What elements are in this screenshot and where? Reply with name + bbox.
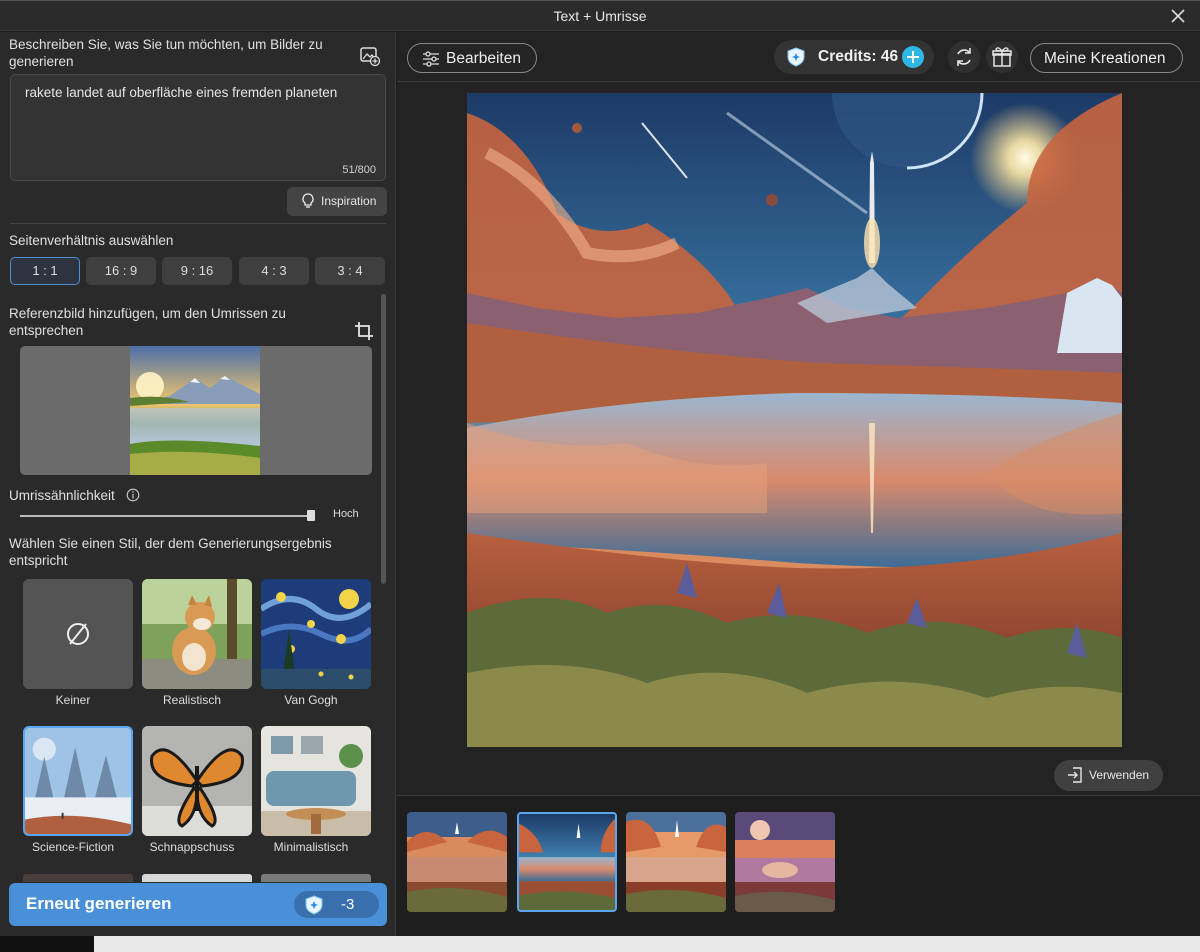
thumbnail-1[interactable] (407, 812, 507, 912)
thumbnail-image (519, 814, 615, 910)
minimalist-thumbnail (261, 726, 371, 836)
similarity-slider-track[interactable] (20, 515, 312, 517)
inspiration-label: Inspiration (321, 194, 377, 208)
style-tile-realistic[interactable] (142, 579, 252, 689)
thumbnail-image (626, 812, 726, 912)
credit-shield-icon (305, 895, 323, 915)
edit-label: Bearbeiten (446, 50, 521, 67)
divider (10, 223, 386, 224)
style-tile-minimalist[interactable] (261, 726, 371, 836)
lightbulb-icon (302, 193, 314, 208)
use-button[interactable]: Verwenden (1054, 760, 1163, 791)
reference-image (130, 346, 260, 475)
similarity-label: Umrissähnlichkeit (9, 488, 115, 503)
info-icon[interactable] (126, 488, 140, 502)
thumbnail-strip (397, 795, 1200, 936)
aspect-label: Seitenverhältnis auswählen (9, 233, 174, 248)
gift-icon (992, 47, 1012, 67)
style-tile-snapshot[interactable] (142, 726, 252, 836)
reference-image-area[interactable] (20, 346, 372, 475)
gift-button[interactable] (986, 41, 1018, 73)
style-tile-van-gogh[interactable] (261, 579, 371, 689)
realistic-thumbnail (142, 579, 252, 689)
thumbnail-3[interactable] (626, 812, 726, 912)
plus-icon (907, 51, 919, 63)
similarity-value: Hoch (333, 508, 359, 520)
reference-label: Referenzbild hinzufügen, um den Umrissen… (9, 306, 286, 338)
credit-cost-badge: -3 (294, 891, 379, 918)
import-icon (1068, 767, 1082, 783)
crop-icon[interactable] (353, 320, 375, 342)
snapshot-thumbnail (142, 726, 252, 836)
prompt-label: Beschreiben Sie, was Sie tun möchten, um… (9, 37, 323, 69)
scrollbar[interactable] (381, 294, 386, 584)
aspect-3-4-button[interactable]: 3 : 4 (315, 257, 385, 285)
none-icon (67, 623, 89, 645)
aspect-9-16-button[interactable]: 9 : 16 (162, 257, 232, 285)
settings-panel: Beschreiben Sie, was Sie tun möchten, um… (0, 32, 396, 936)
char-counter: 51/800 (342, 164, 376, 176)
thumbnail-image (407, 812, 507, 912)
style-caption-none: Keiner (55, 693, 91, 707)
my-creations-label: Meine Kreationen (1044, 50, 1166, 67)
add-credits-button[interactable] (902, 46, 924, 68)
style-label: Wählen Sie einen Stil, der dem Generieru… (9, 536, 332, 568)
style-tile-peek (261, 874, 371, 882)
aspect-4-3-button[interactable]: 4 : 3 (239, 257, 309, 285)
style-tile-peek (142, 874, 252, 882)
style-tile-none[interactable] (23, 579, 133, 689)
preview-panel: Bearbeiten Credits: 46 Meine Kreationen … (397, 32, 1200, 936)
sliders-icon (423, 51, 439, 67)
credit-shield-icon (787, 47, 805, 67)
window-title: Text + Umrisse (553, 8, 647, 24)
style-caption-realistic: Realistisch (162, 693, 222, 707)
credits-badge: Credits: 46 (774, 40, 934, 74)
style-caption-snapshot: Schnappschuss (149, 840, 235, 854)
prompt-input[interactable]: rakete landet auf oberfläche eines fremd… (10, 74, 386, 181)
aspect-16-9-button[interactable]: 16 : 9 (86, 257, 156, 285)
science-fiction-thumbnail (25, 728, 131, 834)
style-tile-science-fiction[interactable] (23, 726, 133, 836)
refresh-icon (957, 48, 971, 66)
style-caption-minimalist: Minimalistisch (273, 840, 349, 854)
thumbnail-4[interactable] (735, 812, 835, 912)
refresh-button[interactable] (948, 41, 980, 73)
thumbnail-2[interactable] (517, 812, 617, 912)
image-upload-icon[interactable] (359, 45, 381, 67)
edit-button[interactable]: Bearbeiten (407, 43, 537, 73)
van-gogh-thumbnail (261, 579, 371, 689)
inspiration-button[interactable]: Inspiration (287, 187, 387, 216)
regenerate-button[interactable]: Erneut generieren -3 (9, 883, 387, 926)
aspect-1-1-button[interactable]: 1 : 1 (10, 257, 80, 285)
credit-cost: -3 (341, 896, 355, 913)
style-caption-van-gogh: Van Gogh (284, 693, 338, 707)
similarity-slider-thumb[interactable] (307, 510, 315, 521)
prompt-text[interactable]: rakete landet auf oberfläche eines fremd… (25, 85, 337, 100)
style-caption-science-fiction: Science-Fiction (31, 840, 115, 854)
my-creations-button[interactable]: Meine Kreationen (1030, 43, 1183, 73)
use-label: Verwenden (1089, 768, 1150, 782)
credits-label: Credits: 46 (818, 48, 899, 65)
close-icon[interactable] (1168, 6, 1188, 26)
thumbnail-image (735, 812, 835, 912)
generated-image (467, 93, 1122, 747)
title-bar: Text + Umrisse (0, 0, 1200, 31)
taskbar-strip (0, 936, 1200, 952)
divider (397, 81, 1200, 82)
style-tile-peek (23, 874, 133, 882)
regenerate-label: Erneut generieren (26, 894, 172, 913)
taskbar-area (94, 936, 1200, 952)
